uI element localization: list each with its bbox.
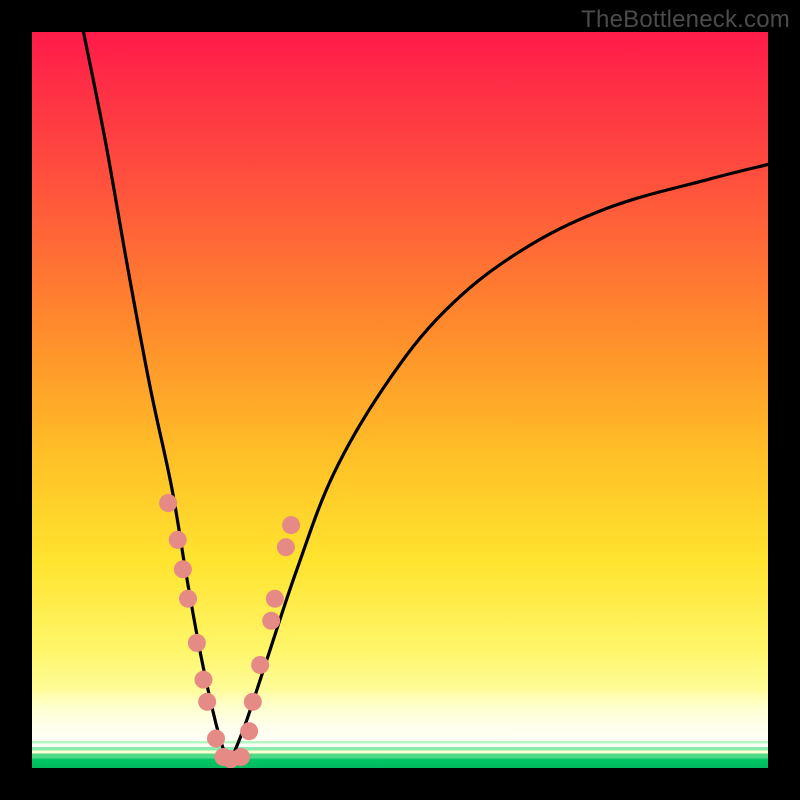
curve-layer <box>32 32 768 768</box>
data-point <box>179 590 197 608</box>
plot-area <box>32 32 768 768</box>
data-point <box>198 693 216 711</box>
data-point <box>240 722 258 740</box>
chart-frame: TheBottleneck.com <box>0 0 800 800</box>
data-point <box>207 730 225 748</box>
data-point <box>232 748 250 766</box>
data-point <box>174 560 192 578</box>
data-point <box>188 634 206 652</box>
data-point <box>169 531 187 549</box>
data-points <box>159 494 300 768</box>
data-point <box>194 671 212 689</box>
right-curve <box>231 164 768 760</box>
left-curve <box>84 32 228 761</box>
data-point <box>262 612 280 630</box>
data-point <box>282 516 300 534</box>
data-point <box>277 538 295 556</box>
watermark-text: TheBottleneck.com <box>581 6 790 34</box>
data-point <box>251 656 269 674</box>
data-point <box>244 693 262 711</box>
data-point <box>266 590 284 608</box>
data-point <box>159 494 177 512</box>
